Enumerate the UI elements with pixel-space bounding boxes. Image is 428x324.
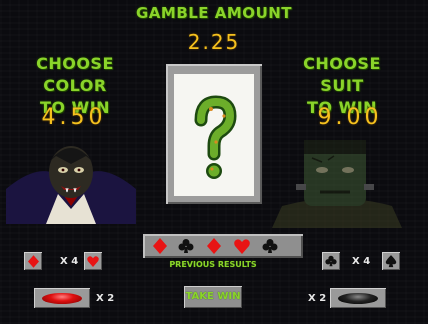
left-suit-multiplier: X 4: [60, 256, 79, 267]
card-frame: [166, 64, 262, 204]
club-suit-button[interactable]: [322, 252, 340, 270]
spade-suit-button[interactable]: [382, 252, 400, 270]
red-multiplier: X 2: [96, 293, 115, 304]
choose-suit-title-line1: CHOOSE SUIT: [303, 54, 381, 95]
club-icon: [325, 255, 337, 267]
frankenstein-illustration: [272, 140, 402, 228]
previous-result-5: [257, 237, 283, 255]
gamble-amount-value: 2.25: [187, 30, 241, 54]
suit-win-amount: 9.00: [317, 105, 383, 130]
diamond-icon: [27, 254, 39, 268]
mystery-card: [174, 74, 254, 196]
take-win-button[interactable]: TAKE WIN: [184, 286, 242, 308]
color-win-amount: 4.50: [41, 105, 107, 130]
diamond-icon: [207, 238, 221, 254]
gamble-screen: GAMBLE AMOUNT 2.25 CHOOSE COLOR TO WIN 4…: [0, 0, 428, 324]
club-icon: [178, 239, 194, 253]
red-color-button[interactable]: [34, 288, 90, 308]
vampire-illustration: [6, 146, 136, 224]
spade-icon: [385, 254, 397, 267]
previous-result-1: [147, 237, 173, 255]
red-pill-icon: [42, 292, 82, 304]
previous-result-3: [201, 237, 227, 255]
previous-result-2: [173, 237, 199, 255]
club-icon: [262, 239, 278, 253]
heart-suit-button[interactable]: [84, 252, 102, 270]
black-pill-icon: [338, 292, 378, 304]
diamond-suit-button[interactable]: [24, 252, 42, 270]
heart-icon: [234, 238, 250, 254]
previous-results-label: PREVIOUS RESULTS: [169, 260, 257, 269]
previous-results-bar: [143, 234, 303, 258]
choose-color-title-line1: CHOOSE COLOR: [36, 54, 114, 95]
black-color-button[interactable]: [330, 288, 386, 308]
black-multiplier: X 2: [308, 293, 327, 304]
gamble-amount-label: GAMBLE AMOUNT: [135, 4, 293, 22]
heart-icon: [87, 255, 99, 267]
previous-result-4: [229, 237, 255, 255]
question-mark-icon: [194, 95, 237, 179]
diamond-icon: [153, 238, 167, 254]
right-suit-multiplier: X 4: [352, 256, 371, 267]
